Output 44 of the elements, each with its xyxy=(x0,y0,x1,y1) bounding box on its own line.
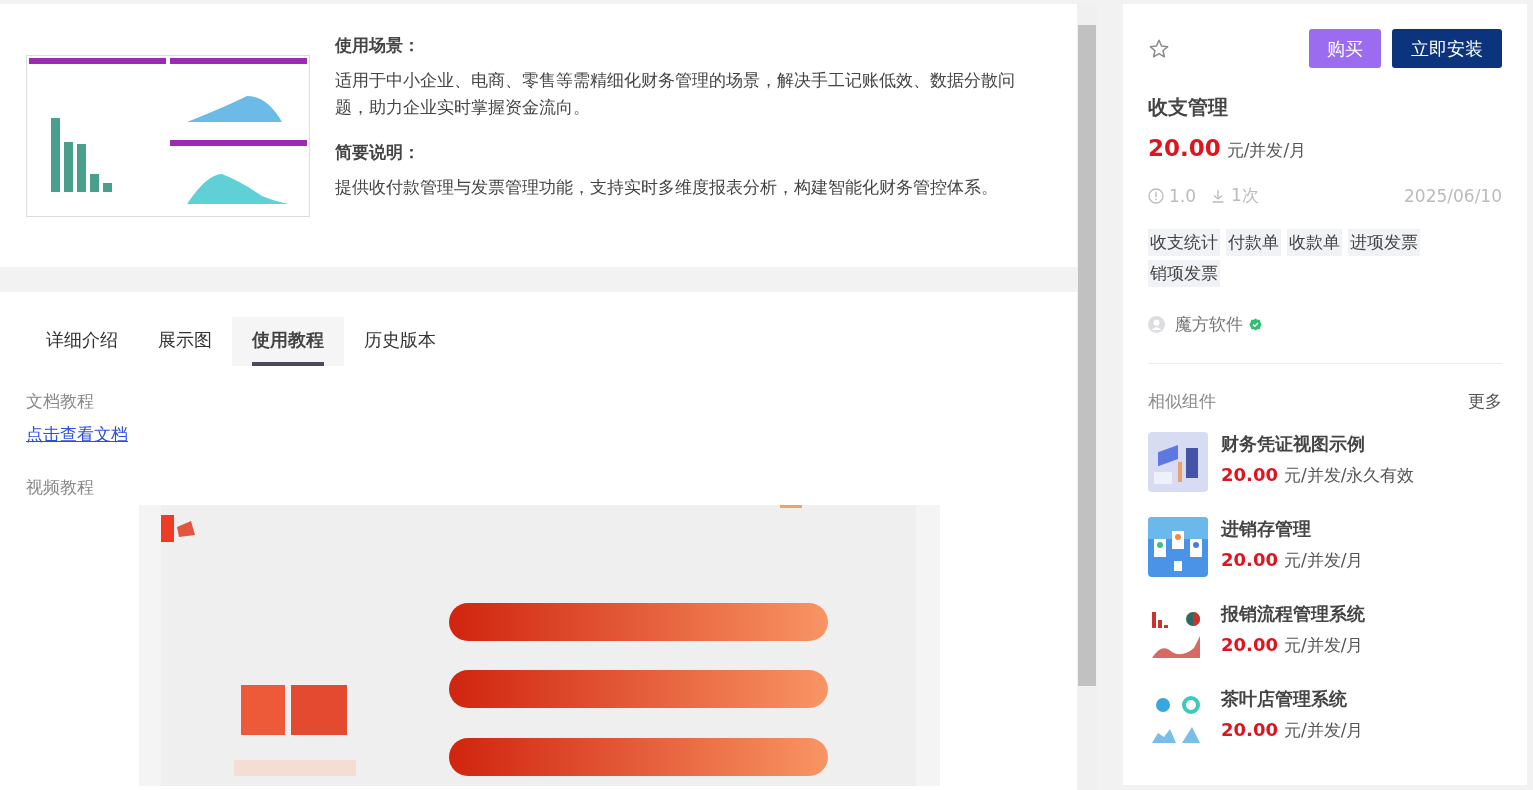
tag: 销项发票 xyxy=(1148,260,1220,287)
tag: 收支统计 xyxy=(1148,229,1220,256)
date: 2025/06/10 xyxy=(1404,185,1502,206)
scrollbar-thumb[interactable] xyxy=(1078,25,1096,686)
price: 20.00 xyxy=(1221,549,1278,570)
section-text: 适用于中小企业、电商、零售等需精细化财务管理的场景，解决手工记账低效、数据分散问题，助力企业实时掌握资金流向。 xyxy=(335,70,1016,119)
tag: 付款单 xyxy=(1226,229,1281,256)
tab[interactable]: 历史版本 xyxy=(344,317,456,366)
install-button[interactable]: 立即安装 xyxy=(1392,29,1502,68)
component-name[interactable]: 茶叶店管理系统 xyxy=(1221,687,1364,711)
tab[interactable]: 展示图 xyxy=(138,317,232,366)
product-title: 收支管理 xyxy=(1148,94,1229,121)
price-unit: 元/并发/月 xyxy=(1283,634,1364,657)
section-label: 文档教程 xyxy=(26,390,95,413)
download-count: 1次 xyxy=(1231,184,1259,207)
price-unit: 元/并发/永久有效 xyxy=(1283,464,1415,487)
version: 1.0 xyxy=(1169,185,1197,206)
more-link[interactable]: 更多 xyxy=(1468,390,1502,413)
price-unit: 元/并发/月 xyxy=(1226,139,1307,162)
author-name: 魔方软件 xyxy=(1175,313,1243,336)
price-unit: 元/并发/月 xyxy=(1283,719,1364,742)
doc-link[interactable]: 点击查看文档 xyxy=(26,423,128,446)
component-name[interactable]: 财务凭证视图示例 xyxy=(1221,432,1415,456)
buy-button[interactable]: 购买 xyxy=(1309,29,1381,68)
price: 20.00 xyxy=(1221,634,1278,655)
price: 20.00 xyxy=(1221,464,1278,485)
tag: 进项发票 xyxy=(1348,229,1420,256)
price-unit: 元/并发/月 xyxy=(1283,549,1364,572)
tab[interactable]: 详细介绍 xyxy=(26,317,138,366)
section-heading: 使用场景： xyxy=(335,34,421,57)
avatar-icon xyxy=(1148,316,1165,333)
section-text: 提供收付款管理与发票管理功能，支持实时多维度报表分析，构建智能化财务管控体系。 xyxy=(335,177,999,199)
price: 20.00 xyxy=(1148,135,1221,161)
tag: 收款单 xyxy=(1287,229,1342,256)
star-icon[interactable] xyxy=(1148,37,1170,60)
section-label: 相似组件 xyxy=(1148,390,1216,413)
price: 20.00 xyxy=(1221,719,1278,740)
section-label: 视频教程 xyxy=(26,476,95,499)
component-name[interactable]: 进销存管理 xyxy=(1221,517,1364,541)
download-icon xyxy=(1210,187,1227,204)
info-icon xyxy=(1148,187,1164,204)
tab[interactable]: 使用教程 xyxy=(232,317,344,366)
section-heading: 简要说明： xyxy=(335,141,421,164)
component-name[interactable]: 报销流程管理系统 xyxy=(1221,602,1365,626)
